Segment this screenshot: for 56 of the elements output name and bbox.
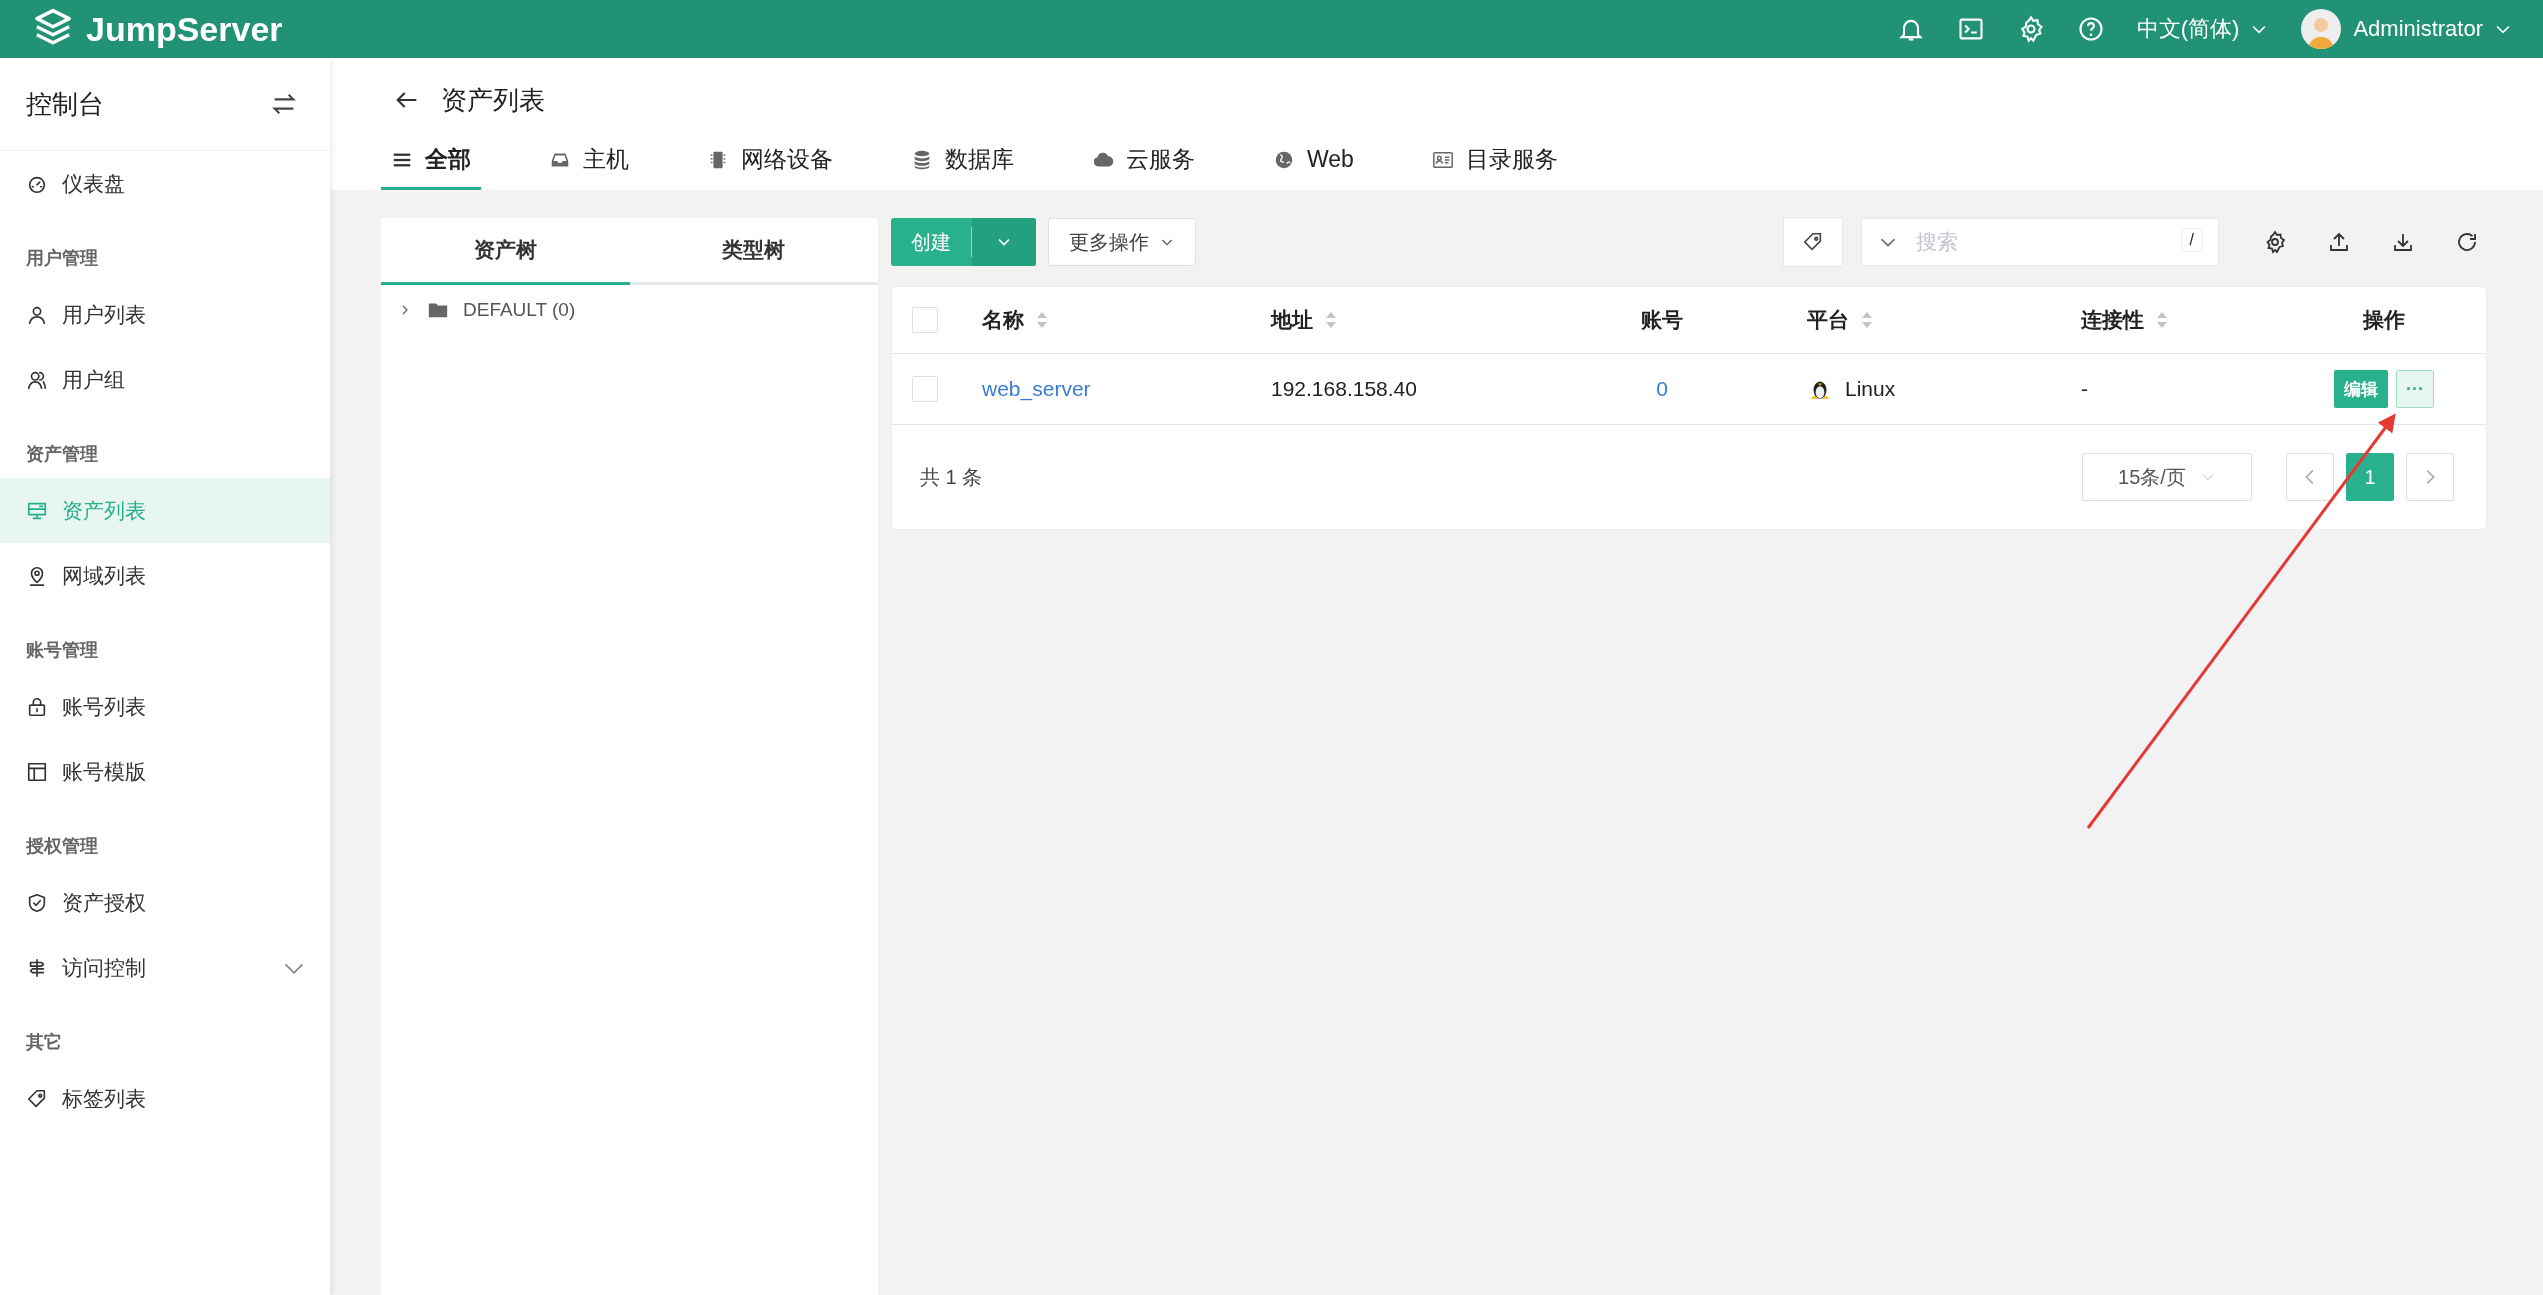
sidebar-section-label: 其它 — [25, 1031, 63, 1054]
asset-name-link[interactable]: web_server — [982, 377, 1091, 401]
sidebar-item[interactable]: 用户组 — [0, 347, 330, 412]
user-menu[interactable]: Administrator — [2353, 16, 2513, 42]
tab[interactable]: 网络设备 — [697, 144, 843, 190]
sidebar-title: 控制台 — [26, 87, 104, 121]
tree-node[interactable]: DEFAULT (0) — [463, 299, 576, 321]
column-header: 地址 — [1271, 307, 1313, 333]
tab[interactable]: 全部 — [381, 144, 481, 190]
brand-name: JumpServer — [86, 9, 283, 49]
chevron-down-icon — [284, 961, 304, 974]
refresh-icon[interactable] — [2455, 230, 2479, 254]
sidebar-section-label: 授权管理 — [25, 835, 99, 858]
sidebar-item[interactable]: 资产授权 — [0, 870, 330, 935]
page-size-select[interactable]: 15条/页 — [2082, 453, 2252, 501]
sidebar-section-label: 账号管理 — [25, 639, 99, 662]
column-header: 名称 — [982, 307, 1024, 333]
column-header: 平台 — [1807, 307, 1849, 333]
total-count: 共 1 条 — [920, 464, 983, 490]
tab[interactable]: Web — [1263, 144, 1364, 190]
table-cell: Linux — [1845, 377, 1896, 401]
table-cell: 192.168.158.40 — [1271, 377, 1417, 401]
column-header: 账号 — [1641, 307, 1683, 333]
sidebar-section-label: 用户管理 — [25, 247, 99, 270]
layout-icon — [26, 760, 48, 783]
help-icon[interactable] — [2076, 15, 2105, 43]
column-header: 连接性 — [2081, 307, 2144, 333]
lock-icon — [26, 695, 48, 718]
tab[interactable]: 目录服务 — [1421, 144, 1568, 190]
sidebar-item[interactable]: 账号模版 — [0, 739, 330, 804]
tag-icon — [1802, 231, 1824, 253]
upload-icon[interactable] — [2327, 230, 2351, 254]
tag-icon — [26, 1087, 48, 1110]
account-count-link[interactable]: 0 — [1656, 377, 1668, 401]
checkbox[interactable] — [912, 307, 938, 333]
language-menu[interactable]: 中文(简体) — [2136, 14, 2270, 44]
shield-icon — [26, 891, 48, 914]
tab[interactable]: 云服务 — [1082, 144, 1205, 190]
sidebar-item[interactable]: 账号列表 — [0, 674, 330, 739]
sidebar-item[interactable]: 访问控制 — [0, 935, 330, 1000]
tab[interactable]: 数据库 — [901, 144, 1024, 190]
sidebar-item[interactable]: 仪表盘 — [0, 151, 330, 216]
tree-tab[interactable]: 类型树 — [629, 218, 878, 285]
sidebar-section-label: 资产管理 — [25, 443, 99, 466]
tab[interactable]: 主机 — [539, 144, 639, 190]
avatar — [2301, 9, 2342, 49]
page-title: 资产列表 — [441, 83, 545, 117]
sidebar-item[interactable]: 用户列表 — [0, 282, 330, 347]
sidebar-item[interactable]: 网域列表 — [0, 543, 330, 608]
column-header: 操作 — [2363, 307, 2405, 333]
more-actions-button[interactable]: 更多操作 — [1048, 218, 1196, 266]
checkbox[interactable] — [912, 376, 938, 402]
tag-filter-button[interactable] — [1783, 217, 1843, 267]
table-cell: - — [2081, 377, 2088, 401]
tree-tab[interactable]: 资产树 — [381, 218, 630, 285]
sidebar-item[interactable]: 标签列表 — [0, 1066, 330, 1131]
